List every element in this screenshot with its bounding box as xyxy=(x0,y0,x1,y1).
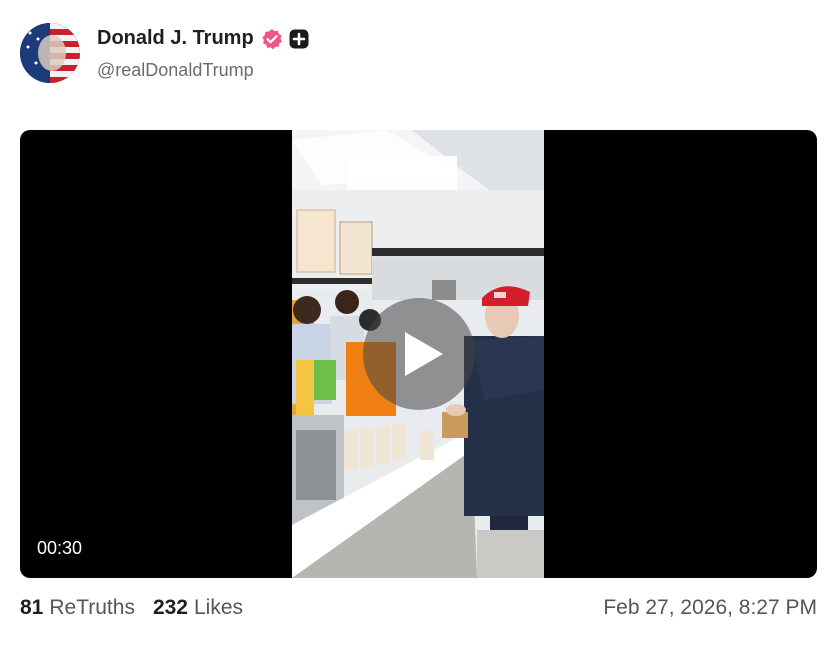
post-timestamp[interactable]: Feb 27, 2026, 8:27 PM xyxy=(603,596,817,620)
retruths-label: ReTruths xyxy=(49,596,135,619)
verified-badge-icon xyxy=(261,28,283,50)
video-duration: 00:30 xyxy=(37,538,83,558)
play-icon xyxy=(405,332,443,376)
video-player[interactable]: 00:30 xyxy=(20,130,817,578)
retruths-count: 81 xyxy=(20,596,44,619)
likes-count: 232 xyxy=(152,596,188,619)
likes-label: Likes xyxy=(194,596,244,619)
handle[interactable]: @realDonaldTrump xyxy=(97,60,254,81)
avatar[interactable] xyxy=(20,23,80,83)
name-row: Donald J. Trump xyxy=(97,27,309,50)
post-stats: 81 ReTruths 232 Likes xyxy=(20,596,261,620)
play-button[interactable] xyxy=(363,298,475,410)
likes-stat[interactable]: 232 Likes xyxy=(153,596,243,620)
plus-square-icon xyxy=(289,29,309,49)
display-name[interactable]: Donald J. Trump xyxy=(97,27,254,50)
retruths-stat[interactable]: 81 ReTruths xyxy=(20,596,135,620)
